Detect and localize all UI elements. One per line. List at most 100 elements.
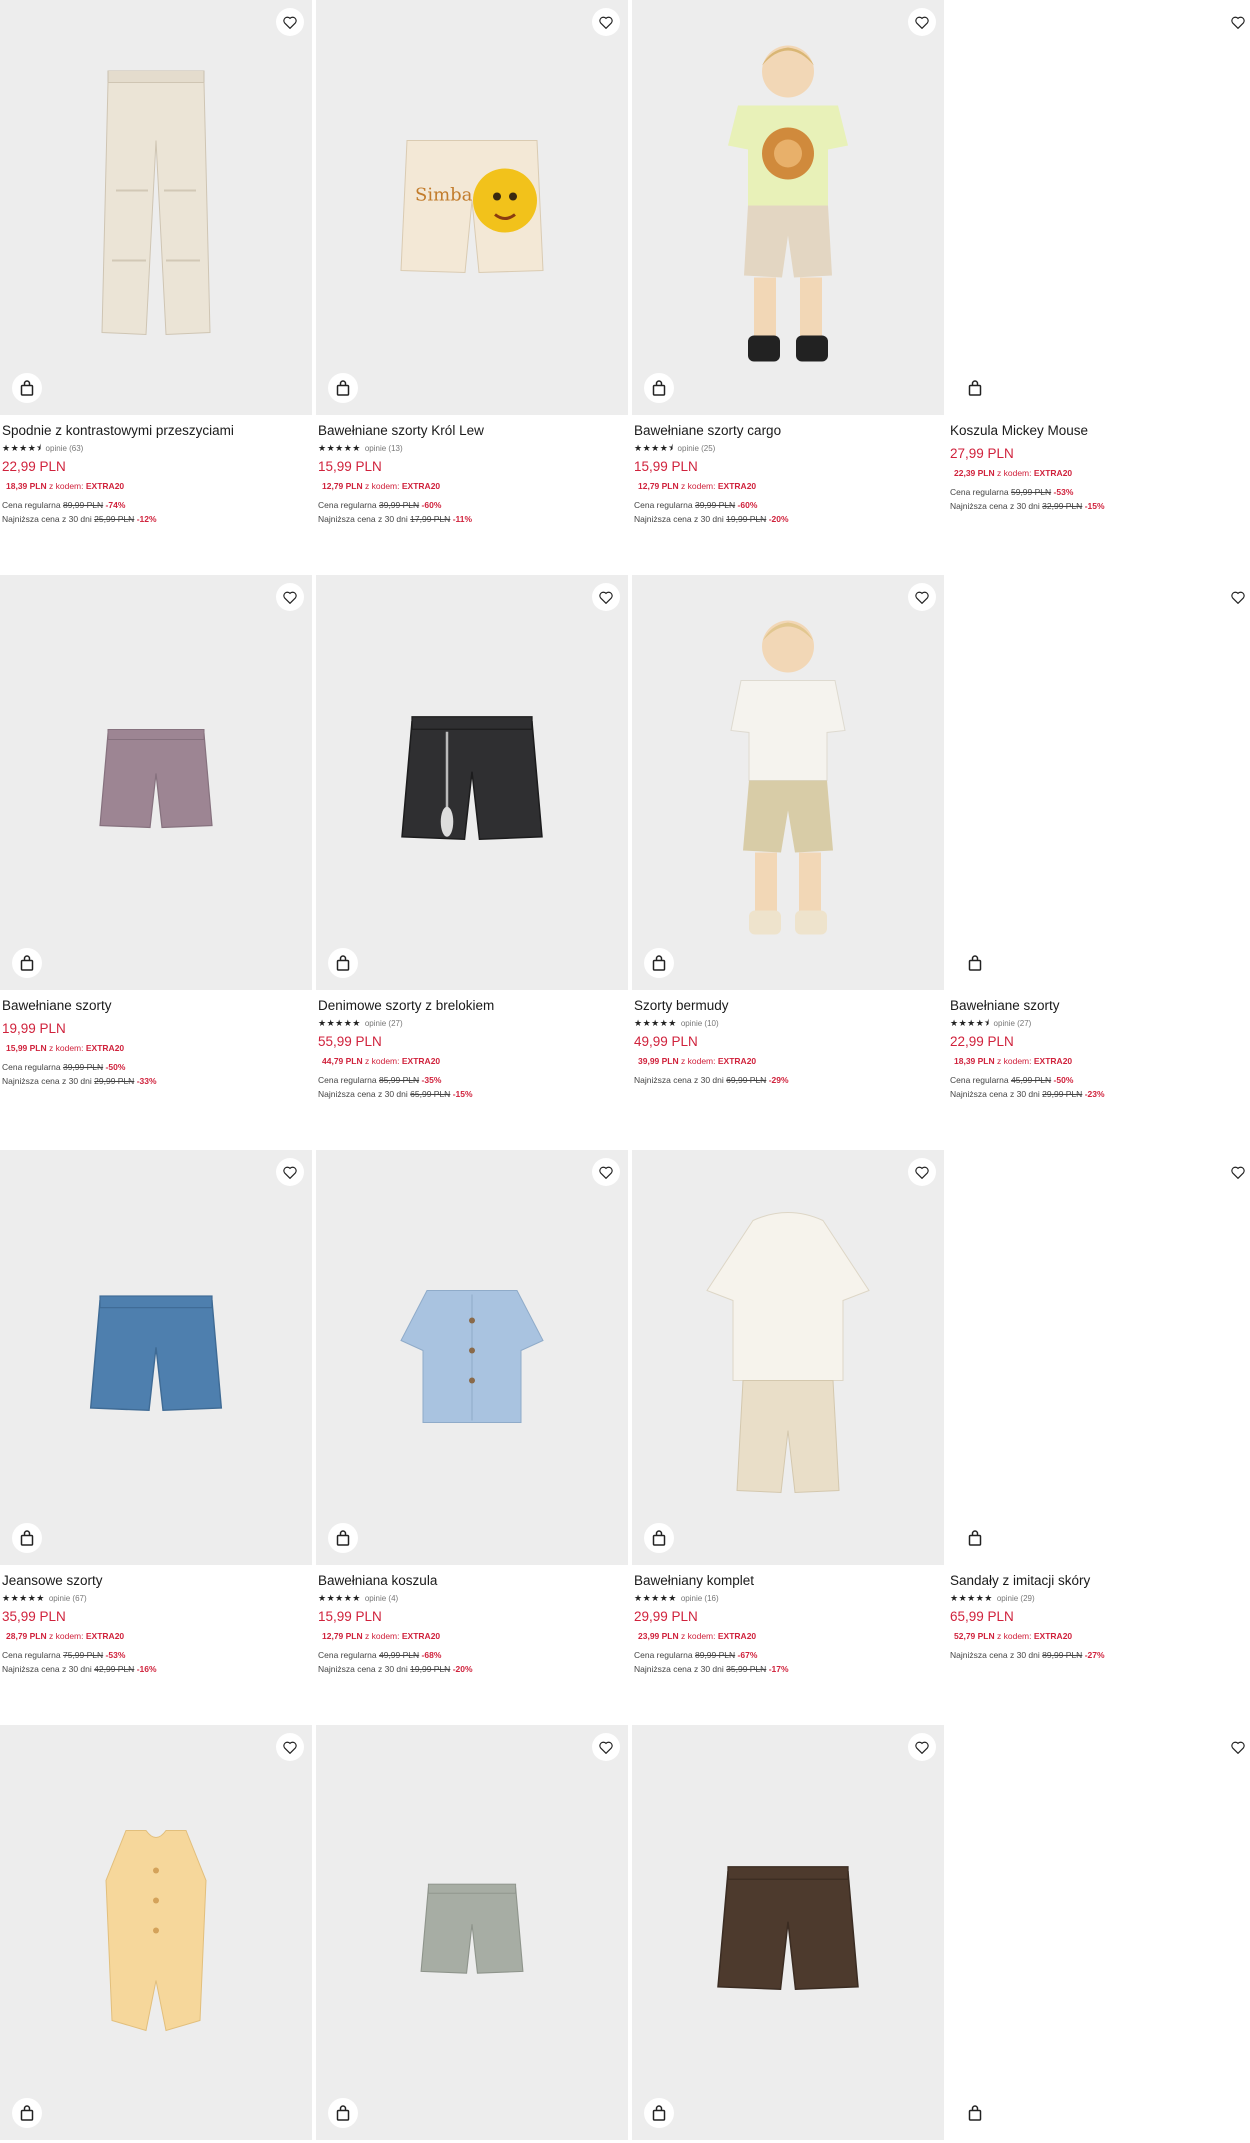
product-name[interactable]: Sandały z imitacji skóry	[950, 1572, 1250, 1590]
add-to-cart-bag-icon[interactable]	[644, 948, 674, 978]
product-image[interactable]	[632, 1725, 944, 2140]
regular-price-label: Cena regularna	[950, 1075, 1009, 1085]
wishlist-heart-icon[interactable]	[592, 1733, 620, 1761]
product-image[interactable]	[0, 1150, 312, 1565]
product-image[interactable]: Simba	[316, 0, 628, 415]
lowest-price-line: Najniższa cena z 30 dni 69,99 PLN -29%	[634, 1073, 942, 1087]
add-to-cart-bag-icon[interactable]	[12, 373, 42, 403]
promo-price: 15,99 PLN z kodem: EXTRA20	[6, 1043, 310, 1054]
product-info: Szorty bermudy ★★★★★ opinie (10) 49,99 P…	[634, 997, 942, 1087]
wishlist-heart-icon[interactable]	[592, 583, 620, 611]
regular-price-discount: -35%	[421, 1075, 442, 1085]
wishlist-heart-icon[interactable]	[276, 1733, 304, 1761]
add-to-cart-bag-icon[interactable]	[12, 1523, 42, 1553]
add-to-cart-bag-icon[interactable]	[328, 373, 358, 403]
product-price: 15,99 PLN	[318, 459, 382, 474]
regular-price-old: 49,99 PLN	[378, 1650, 420, 1660]
product-name[interactable]: Bawełniane szorty Król Lew	[318, 422, 626, 440]
add-to-cart-bag-icon[interactable]	[960, 2098, 990, 2128]
add-to-cart-bag-icon[interactable]	[960, 1523, 990, 1553]
review-count[interactable]: opinie (29)	[997, 1594, 1035, 1603]
product-name[interactable]: Jeansowe szorty	[2, 1572, 310, 1590]
wishlist-heart-icon[interactable]	[908, 583, 936, 611]
add-to-cart-bag-icon[interactable]	[644, 373, 674, 403]
add-to-cart-bag-icon[interactable]	[960, 373, 990, 403]
star-icon: ★★★★★	[318, 1018, 361, 1028]
product-image[interactable]	[948, 0, 1250, 415]
lowest-price-discount: -27%	[1084, 1650, 1105, 1660]
add-to-cart-bag-icon[interactable]	[328, 2098, 358, 2128]
product-image[interactable]	[948, 1150, 1250, 1565]
product-name[interactable]: Koszula Mickey Mouse	[950, 422, 1250, 440]
product-rating: ★★★★★ opinie (16)	[634, 1593, 942, 1603]
regular-price-line: Cena regularna 89,99 PLN -67%	[634, 1648, 942, 1662]
star-icon: ★★★★★	[634, 1018, 677, 1028]
regular-price-discount: -60%	[737, 500, 758, 510]
wishlist-heart-icon[interactable]	[1224, 1158, 1250, 1186]
product-info: Bawełniane szorty Król Lew ★★★★★ opinie …	[318, 422, 626, 526]
review-count[interactable]: opinie (67)	[49, 1594, 87, 1603]
review-count[interactable]: opinie (10)	[681, 1019, 719, 1028]
lowest-price-label: Najniższa cena z 30 dni	[2, 1664, 92, 1674]
product-name[interactable]: Szorty bermudy	[634, 997, 942, 1015]
add-to-cart-bag-icon[interactable]	[12, 2098, 42, 2128]
product-image[interactable]	[632, 1150, 944, 1565]
product-image[interactable]	[316, 1725, 628, 2140]
lowest-price-old: 19,99 PLN	[726, 514, 767, 524]
add-to-cart-bag-icon[interactable]	[328, 948, 358, 978]
regular-price-old: 59,99 PLN	[1010, 487, 1052, 497]
add-to-cart-bag-icon[interactable]	[12, 948, 42, 978]
review-count[interactable]: opinie (13)	[365, 444, 403, 453]
wishlist-heart-icon[interactable]	[592, 8, 620, 36]
product-name[interactable]: Bawełniana koszula	[318, 1572, 626, 1590]
wishlist-heart-icon[interactable]	[276, 1158, 304, 1186]
lowest-price-line: Najniższa cena z 30 dni 42,99 PLN -16%	[2, 1662, 310, 1676]
product-image[interactable]	[316, 575, 628, 990]
product-image[interactable]	[632, 575, 944, 990]
promo-code: EXTRA20	[717, 481, 757, 491]
promo-label: z kodem:	[49, 1631, 84, 1641]
lowest-price-line: Najniższa cena z 30 dni 17,99 PLN -11%	[318, 512, 626, 526]
product-name[interactable]: Bawełniane szorty	[950, 997, 1250, 1015]
product-image[interactable]	[0, 1725, 312, 2140]
review-count[interactable]: opinie (27)	[365, 1019, 403, 1028]
add-to-cart-bag-icon[interactable]	[644, 1523, 674, 1553]
lowest-price-discount: -16%	[136, 1664, 157, 1674]
review-count[interactable]: opinie (63)	[46, 444, 84, 453]
regular-price-old: 89,99 PLN	[694, 1650, 736, 1660]
wishlist-heart-icon[interactable]	[276, 8, 304, 36]
add-to-cart-bag-icon[interactable]	[960, 948, 990, 978]
wishlist-heart-icon[interactable]	[908, 1158, 936, 1186]
promo-price-value: 18,39 PLN	[954, 1056, 995, 1066]
product-image[interactable]	[316, 1150, 628, 1565]
product-name[interactable]: Bawełniane szorty cargo	[634, 422, 942, 440]
product-name[interactable]: Bawełniane szorty	[2, 997, 310, 1015]
wishlist-heart-icon[interactable]	[592, 1158, 620, 1186]
promo-price-value: 12,79 PLN	[322, 481, 363, 491]
product-image[interactable]	[632, 0, 944, 415]
product-name[interactable]: Denimowe szorty z brelokiem	[318, 997, 626, 1015]
add-to-cart-bag-icon[interactable]	[328, 1523, 358, 1553]
regular-price-label: Cena regularna	[950, 487, 1009, 497]
regular-price-label: Cena regularna	[318, 1075, 377, 1085]
product-image[interactable]	[0, 0, 312, 415]
wishlist-heart-icon[interactable]	[908, 8, 936, 36]
promo-code: EXTRA20	[401, 1056, 441, 1066]
wishlist-heart-icon[interactable]	[1224, 1733, 1250, 1761]
product-image[interactable]	[0, 575, 312, 990]
review-count[interactable]: opinie (25)	[678, 444, 716, 453]
product-image[interactable]	[948, 1725, 1250, 2140]
review-count[interactable]: opinie (27)	[994, 1019, 1032, 1028]
wishlist-heart-icon[interactable]	[1224, 8, 1250, 36]
add-to-cart-bag-icon[interactable]	[644, 2098, 674, 2128]
product-name[interactable]: Spodnie z kontrastowymi przeszyciami	[2, 422, 310, 440]
wishlist-heart-icon[interactable]	[276, 583, 304, 611]
product-name[interactable]: Bawełniany komplet	[634, 1572, 942, 1590]
review-count[interactable]: opinie (16)	[681, 1594, 719, 1603]
product-image[interactable]	[948, 575, 1250, 990]
lowest-price-line: Najniższa cena z 30 dni 89,99 PLN -27%	[950, 1648, 1250, 1662]
promo-price-value: 28,79 PLN	[6, 1631, 47, 1641]
wishlist-heart-icon[interactable]	[1224, 583, 1250, 611]
review-count[interactable]: opinie (4)	[365, 1594, 398, 1603]
wishlist-heart-icon[interactable]	[908, 1733, 936, 1761]
